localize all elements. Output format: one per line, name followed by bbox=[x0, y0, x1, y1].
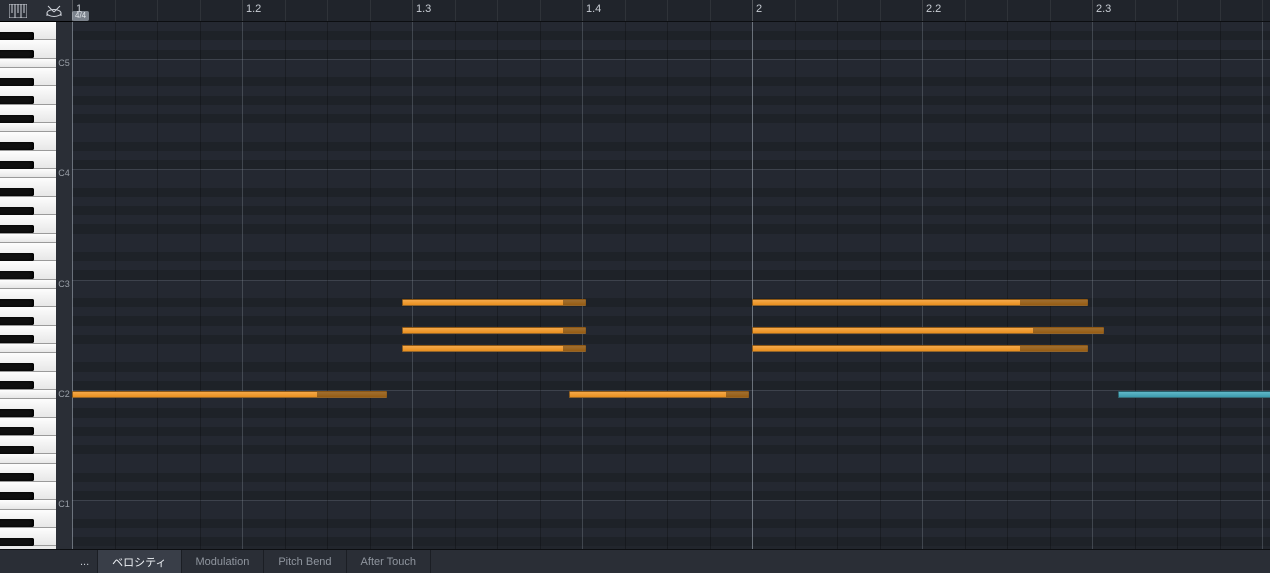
octave-label: C5 bbox=[56, 59, 72, 68]
drum-icon[interactable] bbox=[45, 4, 63, 18]
timeline-ruler[interactable]: 4/4 11.21.31.422.22.3 bbox=[72, 0, 1270, 22]
ruler-label: 1 bbox=[76, 3, 82, 15]
piano-keys[interactable] bbox=[0, 22, 56, 549]
note-grid[interactable] bbox=[72, 22, 1270, 549]
piano-column-header bbox=[0, 0, 72, 22]
tab-after-touch[interactable]: After Touch bbox=[347, 550, 431, 573]
ruler-label: 2 bbox=[756, 3, 762, 15]
piano-roll-editor: { "ruler": { "time_sig": "4/4", "labels"… bbox=[0, 0, 1270, 573]
controller-lane-tabs: ... ベロシティ Modulation Pitch Bend After To… bbox=[72, 549, 1270, 573]
ruler-label: 2.3 bbox=[1096, 3, 1111, 15]
piano-keyboard-column: C5 C4 C3 C2 C1 bbox=[0, 0, 72, 549]
piano-column-footer bbox=[0, 549, 72, 573]
ruler-label: 2.2 bbox=[926, 3, 941, 15]
tab-velocity[interactable]: ベロシティ bbox=[98, 550, 181, 573]
midi-note[interactable] bbox=[72, 391, 387, 398]
octave-label: C3 bbox=[56, 280, 72, 289]
tab-pitch-bend[interactable]: Pitch Bend bbox=[264, 550, 346, 573]
ruler-label: 1.3 bbox=[416, 3, 431, 15]
tab-more[interactable]: ... bbox=[72, 550, 98, 573]
midi-note[interactable] bbox=[402, 327, 586, 334]
midi-note[interactable] bbox=[752, 299, 1088, 306]
midi-note[interactable] bbox=[752, 327, 1104, 334]
octave-label: C2 bbox=[56, 390, 72, 399]
ruler-label: 1.4 bbox=[586, 3, 601, 15]
octave-label: C1 bbox=[56, 500, 72, 509]
octave-label: C4 bbox=[56, 169, 72, 178]
tab-modulation[interactable]: Modulation bbox=[182, 550, 265, 573]
ruler-label: 1.2 bbox=[246, 3, 261, 15]
midi-note[interactable] bbox=[402, 345, 586, 352]
octave-labels: C5 C4 C3 C2 C1 bbox=[56, 22, 72, 549]
midi-note[interactable] bbox=[752, 345, 1088, 352]
midi-note[interactable] bbox=[569, 391, 749, 398]
midi-note[interactable] bbox=[402, 299, 586, 306]
piano-icon[interactable] bbox=[9, 4, 27, 18]
midi-note[interactable] bbox=[1118, 391, 1270, 398]
